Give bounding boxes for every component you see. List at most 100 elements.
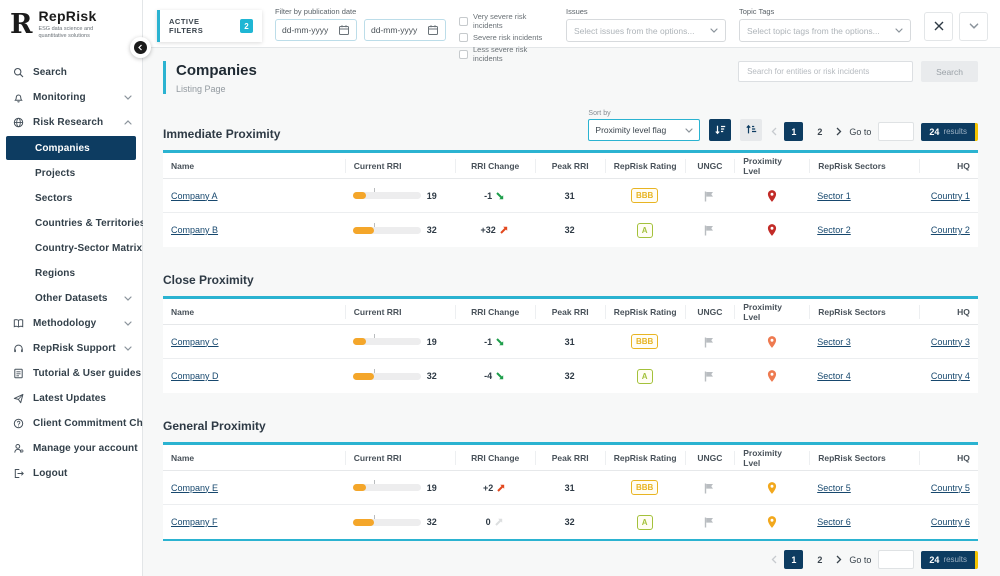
ungc-flag-icon: [703, 482, 715, 494]
table-header: Name Current RRI RRI Change Peak RRI Rep…: [163, 299, 978, 325]
ungc-flag-icon: [703, 190, 715, 202]
sidebar-item-label: Companies: [35, 143, 90, 154]
page-button-1[interactable]: 1: [784, 122, 803, 141]
sort-descending-button[interactable]: [709, 119, 731, 141]
rri-value: 32: [427, 371, 437, 381]
results-count: 24: [929, 555, 939, 565]
rri-bar: [353, 484, 421, 491]
sidebar-item-country-sector-matrix[interactable]: Country-Sector Matrix: [0, 236, 142, 261]
sidebar-item-reprisk-support[interactable]: RepRisk Support: [0, 336, 142, 361]
sector-link[interactable]: Sector 4: [817, 371, 851, 381]
sector-link[interactable]: Sector 5: [817, 483, 851, 493]
sort-descending-icon: [714, 124, 726, 136]
column-header-ungc: UNGC: [685, 305, 735, 319]
column-header-current-rri: Current RRI: [345, 159, 455, 173]
chevron-down-icon: [124, 346, 132, 351]
country-link[interactable]: Country 1: [931, 191, 970, 201]
column-header-name: Name: [163, 161, 345, 171]
topic-tags-select[interactable]: Select topic tags from the options...: [739, 19, 911, 42]
sidebar-item-tutorial-user-guides[interactable]: Tutorial & User guides: [0, 361, 142, 386]
severity-option-severe[interactable]: Severe risk incidents: [459, 33, 553, 42]
prev-page-button[interactable]: [771, 127, 777, 136]
severity-option-label: Severe risk incidents: [473, 33, 542, 42]
sector-link[interactable]: Sector 6: [817, 517, 851, 527]
rri-change-value: -1: [484, 337, 492, 347]
checkbox-icon[interactable]: [459, 33, 468, 42]
sidebar-item-manage-account[interactable]: Manage your account: [0, 436, 142, 461]
goto-page-input[interactable]: [878, 122, 914, 141]
filter-bar: ACTIVE FILTERS 2 Filter by publication d…: [143, 0, 1000, 48]
sidebar-item-countries-territories[interactable]: Countries & Territories: [0, 211, 142, 236]
entity-search-input[interactable]: [738, 61, 913, 82]
date-to-input[interactable]: dd-mm-yyyy: [364, 19, 446, 41]
sidebar-item-sectors[interactable]: Sectors: [0, 186, 142, 211]
sidebar-item-search[interactable]: Search: [0, 60, 142, 85]
active-filters-chip[interactable]: ACTIVE FILTERS 2: [157, 10, 262, 42]
trend-arrow-icon: [495, 191, 505, 201]
sidebar-item-label: Regions: [35, 268, 75, 279]
country-link[interactable]: Country 6: [931, 517, 970, 527]
column-header-peak-rri: Peak RRI: [535, 305, 605, 319]
date-from-input[interactable]: dd-mm-yyyy: [275, 19, 357, 41]
sidebar-item-risk-research[interactable]: Risk Research: [0, 110, 142, 135]
rri-bar-fill: [353, 373, 375, 380]
country-link[interactable]: Country 2: [931, 225, 970, 235]
sidebar-item-monitoring[interactable]: Monitoring: [0, 85, 142, 110]
sidebar-collapse-button[interactable]: [130, 37, 151, 58]
country-link[interactable]: Country 5: [931, 483, 970, 493]
search-button[interactable]: Search: [921, 61, 978, 82]
sidebar: R RepRisk ESG data science and quantitat…: [0, 0, 143, 576]
collapse-filters-button[interactable]: [959, 12, 988, 41]
company-link[interactable]: Company C: [171, 337, 219, 347]
date-to-placeholder: dd-mm-yyyy: [371, 25, 417, 35]
sidebar-item-methodology[interactable]: Methodology: [0, 311, 142, 336]
page-button-2[interactable]: 2: [810, 122, 829, 141]
section-title-close-proximity: Close Proximity: [163, 273, 254, 287]
sidebar-item-other-datasets[interactable]: Other Datasets: [0, 286, 142, 311]
reprisk-logo-icon: R: [10, 11, 32, 38]
company-link[interactable]: Company E: [171, 483, 218, 493]
sector-link[interactable]: Sector 3: [817, 337, 851, 347]
company-link[interactable]: Company F: [171, 517, 218, 527]
ungc-flag-icon: [703, 516, 715, 528]
column-header-current-rri: Current RRI: [345, 451, 455, 465]
sidebar-item-companies[interactable]: Companies: [6, 136, 136, 160]
page-subtitle: Listing Page: [176, 84, 257, 94]
topic-tags-placeholder: Select topic tags from the options...: [747, 26, 880, 36]
column-header-current-rri: Current RRI: [345, 305, 455, 319]
next-page-button[interactable]: [836, 127, 842, 136]
goto-page-input[interactable]: [878, 550, 914, 569]
table-header: Name Current RRI RRI Change Peak RRI Rep…: [163, 445, 978, 471]
next-page-button[interactable]: [836, 555, 842, 564]
sort-by-value: Proximity level flag: [595, 125, 666, 135]
page-button-1[interactable]: 1: [784, 550, 803, 569]
country-link[interactable]: Country 3: [931, 337, 970, 347]
clear-filters-button[interactable]: [924, 12, 953, 41]
sidebar-item-label: Monitoring: [33, 92, 86, 103]
sidebar-item-client-commitment-charter[interactable]: Client Commitment Charter: [0, 411, 142, 436]
rri-change-value: 0: [486, 517, 491, 527]
prev-page-button[interactable]: [771, 555, 777, 564]
issues-select[interactable]: Select issues from the options...: [566, 19, 726, 42]
company-link[interactable]: Company B: [171, 225, 218, 235]
company-link[interactable]: Company A: [171, 191, 218, 201]
chevron-down-icon: [895, 28, 903, 33]
sidebar-item-logout[interactable]: Logout: [0, 461, 142, 486]
country-link[interactable]: Country 4: [931, 371, 970, 381]
main-area: ACTIVE FILTERS 2 Filter by publication d…: [143, 0, 1000, 576]
sort-ascending-button[interactable]: [740, 119, 762, 141]
paper-plane-icon: [13, 393, 25, 405]
sector-link[interactable]: Sector 2: [817, 225, 851, 235]
rri-bar: [353, 192, 421, 199]
sort-by-select[interactable]: Proximity level flag: [588, 119, 700, 141]
column-header-rri-change: RRI Change: [455, 159, 535, 173]
sidebar-item-latest-updates[interactable]: Latest Updates: [0, 386, 142, 411]
severity-option-very-severe[interactable]: Very severe risk incidents: [459, 12, 553, 30]
sector-link[interactable]: Sector 1: [817, 191, 851, 201]
company-link[interactable]: Company D: [171, 371, 219, 381]
page-button-2[interactable]: 2: [810, 550, 829, 569]
chevron-down-icon: [710, 28, 718, 33]
sidebar-item-regions[interactable]: Regions: [0, 261, 142, 286]
checkbox-icon[interactable]: [459, 17, 468, 26]
sidebar-item-projects[interactable]: Projects: [0, 161, 142, 186]
